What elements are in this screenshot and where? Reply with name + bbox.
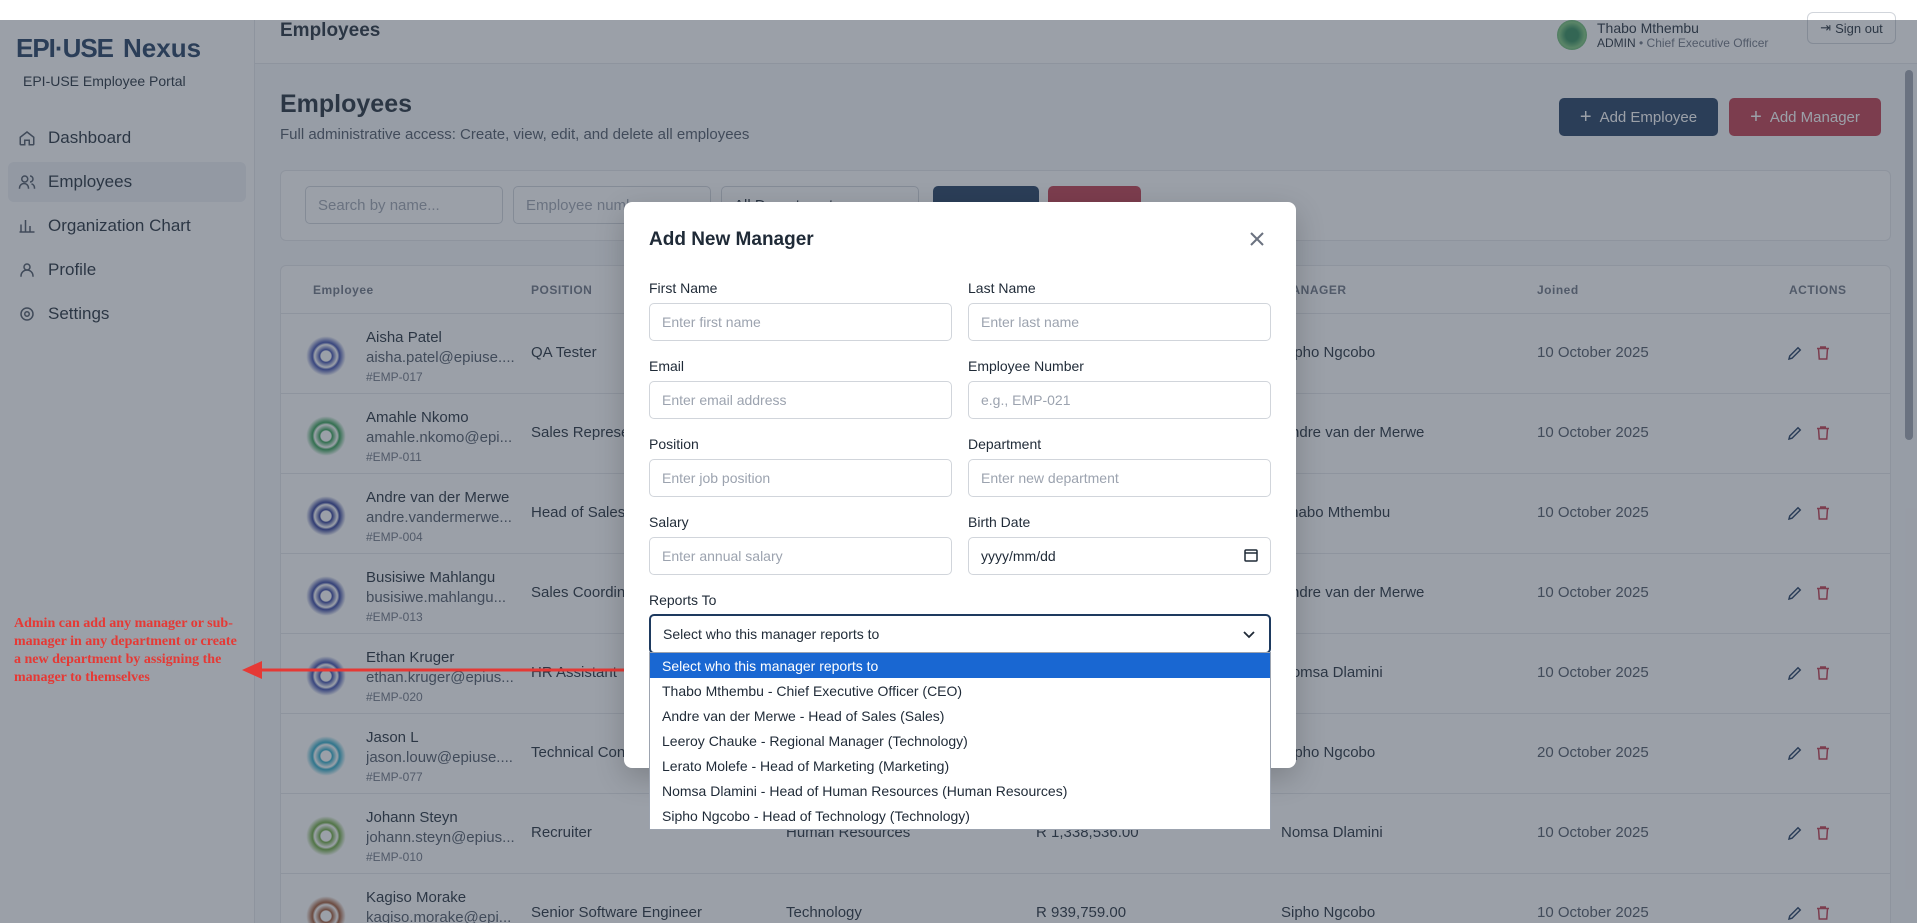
calendar-icon[interactable]: [1244, 548, 1258, 565]
email-label: Email: [649, 358, 685, 374]
close-icon[interactable]: [1247, 229, 1267, 249]
dropdown-option[interactable]: Nomsa Dlamini - Head of Human Resources …: [650, 778, 1270, 803]
dropdown-option[interactable]: Leeroy Chauke - Regional Manager (Techno…: [650, 728, 1270, 753]
position-field[interactable]: Enter job position: [649, 459, 952, 497]
annotation-arrow: [242, 661, 635, 679]
dropdown-option[interactable]: Sipho Ngcobo - Head of Technology (Techn…: [650, 803, 1270, 828]
annotation-note: Admin can add any manager or sub-manager…: [14, 616, 237, 685]
employee-number-label: Employee Number: [968, 358, 1084, 374]
dropdown-option[interactable]: Select who this manager reports to: [650, 653, 1270, 678]
department-label: Department: [968, 436, 1042, 452]
last-name-label: Last Name: [968, 280, 1036, 296]
top-strip: [0, 0, 1917, 20]
birth-date-value: yyyy/mm/dd: [981, 548, 1056, 564]
position-label: Position: [649, 436, 699, 452]
employee-number-field[interactable]: e.g., EMP-021: [968, 381, 1271, 419]
birth-date-label: Birth Date: [968, 514, 1031, 530]
department-field[interactable]: Enter new department: [968, 459, 1271, 497]
reports-to-label: Reports To: [649, 592, 717, 608]
reports-to-value: Select who this manager reports to: [663, 626, 880, 642]
modal-title: Add New Manager: [649, 229, 814, 250]
last-name-field[interactable]: Enter last name: [968, 303, 1271, 341]
salary-label: Salary: [649, 514, 689, 530]
dropdown-option[interactable]: Andre van der Merwe - Head of Sales (Sal…: [650, 703, 1270, 728]
dropdown-option[interactable]: Thabo Mthembu - Chief Executive Officer …: [650, 678, 1270, 703]
reports-to-select[interactable]: Select who this manager reports to: [649, 614, 1271, 654]
first-name-field[interactable]: Enter first name: [649, 303, 952, 341]
email-field[interactable]: Enter email address: [649, 381, 952, 419]
salary-field[interactable]: Enter annual salary: [649, 537, 952, 575]
chevron-down-icon: [1243, 626, 1255, 642]
dropdown-option[interactable]: Lerato Molefe - Head of Marketing (Marke…: [650, 753, 1270, 778]
reports-to-dropdown: Select who this manager reports to Thabo…: [649, 652, 1271, 830]
first-name-label: First Name: [649, 280, 718, 296]
birth-date-field[interactable]: yyyy/mm/dd: [968, 537, 1271, 575]
